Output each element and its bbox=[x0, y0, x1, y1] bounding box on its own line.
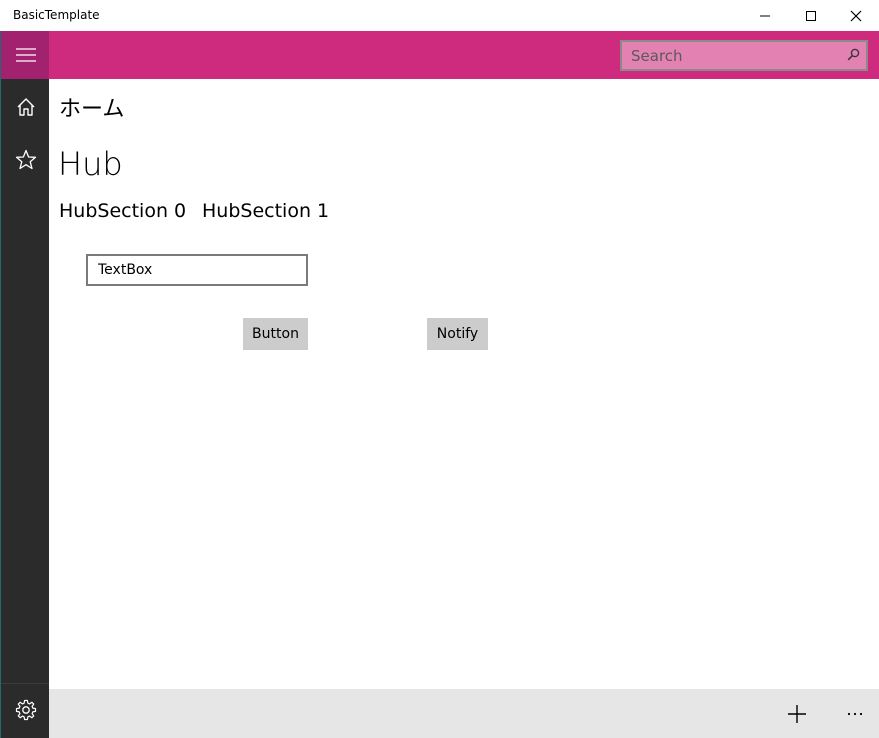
top-app-bar bbox=[49, 31, 879, 79]
maximize-icon bbox=[806, 10, 816, 21]
star-icon bbox=[15, 149, 36, 170]
gear-icon bbox=[15, 699, 36, 721]
action-button[interactable]: Button bbox=[243, 318, 308, 350]
settings-button[interactable] bbox=[1, 686, 50, 734]
search-input[interactable] bbox=[622, 42, 842, 69]
home-icon bbox=[17, 98, 34, 116]
title-bar: BasicTemplate bbox=[0, 0, 879, 31]
more-icon bbox=[847, 712, 863, 715]
minimize-icon bbox=[760, 15, 770, 16]
minimize-button[interactable] bbox=[742, 0, 788, 31]
nav-favorites-button[interactable] bbox=[1, 136, 50, 184]
rail-divider bbox=[1, 683, 50, 684]
close-button[interactable] bbox=[833, 0, 879, 31]
search-icon[interactable] bbox=[847, 48, 860, 61]
search-box[interactable] bbox=[620, 40, 868, 71]
main-content: ホーム Hub HubSection 0 HubSection 1 Button… bbox=[49, 79, 879, 689]
hub-title: Hub bbox=[58, 145, 123, 183]
command-bar bbox=[49, 689, 879, 738]
text-box[interactable] bbox=[86, 254, 308, 286]
hub-section-1-header[interactable]: HubSection 1 bbox=[202, 200, 329, 222]
nav-home-button[interactable] bbox=[1, 83, 50, 131]
more-button[interactable] bbox=[839, 689, 871, 738]
add-icon bbox=[788, 704, 806, 723]
navigation-rail bbox=[0, 31, 50, 738]
hamburger-icon bbox=[15, 48, 36, 62]
app-title: BasicTemplate bbox=[13, 8, 100, 22]
hub-section-0-header[interactable]: HubSection 0 bbox=[59, 200, 186, 222]
notify-button[interactable]: Notify bbox=[427, 318, 488, 350]
close-icon bbox=[850, 10, 862, 21]
hamburger-button[interactable] bbox=[1, 31, 50, 79]
add-button[interactable] bbox=[781, 689, 813, 738]
page-header: ホーム bbox=[59, 97, 125, 122]
maximize-button[interactable] bbox=[788, 0, 834, 31]
